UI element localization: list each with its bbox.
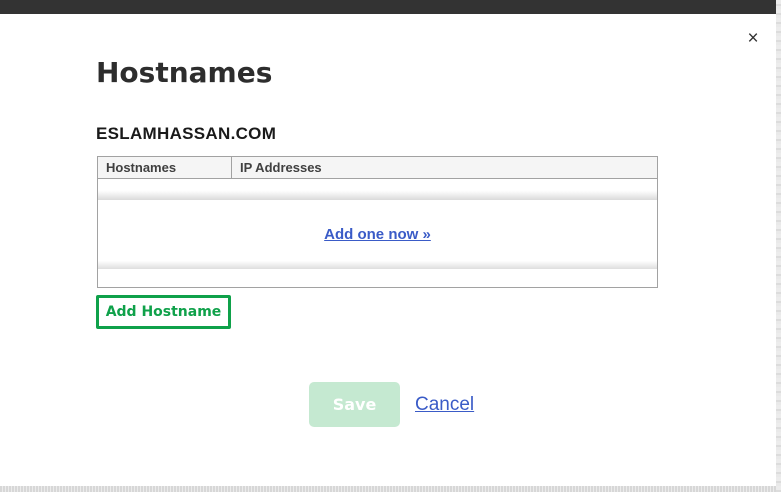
page-bottom-edge-strip <box>0 486 776 492</box>
page-title: Hostnames <box>96 56 272 89</box>
add-one-now-link[interactable]: Add one now » <box>324 226 431 243</box>
cancel-link[interactable]: Cancel <box>415 394 474 416</box>
table-empty-state-row: Add one now » <box>98 200 657 269</box>
close-icon[interactable]: × <box>742 28 764 50</box>
table-header-row: Hostnames IP Addresses <box>98 157 657 179</box>
column-header-hostnames: Hostnames <box>98 157 232 178</box>
table-empty-row <box>98 179 657 200</box>
column-header-ip-addresses: IP Addresses <box>232 157 657 178</box>
page-right-edge-strip <box>776 0 781 492</box>
domain-name: ESLAMHASSAN.COM <box>96 124 276 144</box>
table-footer-row <box>98 269 657 287</box>
page-top-bar <box>0 0 776 14</box>
screen: × Hostnames ESLAMHASSAN.COM Hostnames IP… <box>0 0 781 492</box>
modal-action-buttons: Save Cancel <box>309 382 474 427</box>
add-hostname-button[interactable]: Add Hostname <box>96 295 231 329</box>
save-button[interactable]: Save <box>309 382 400 427</box>
hostnames-table: Hostnames IP Addresses Add one now » <box>97 156 658 288</box>
